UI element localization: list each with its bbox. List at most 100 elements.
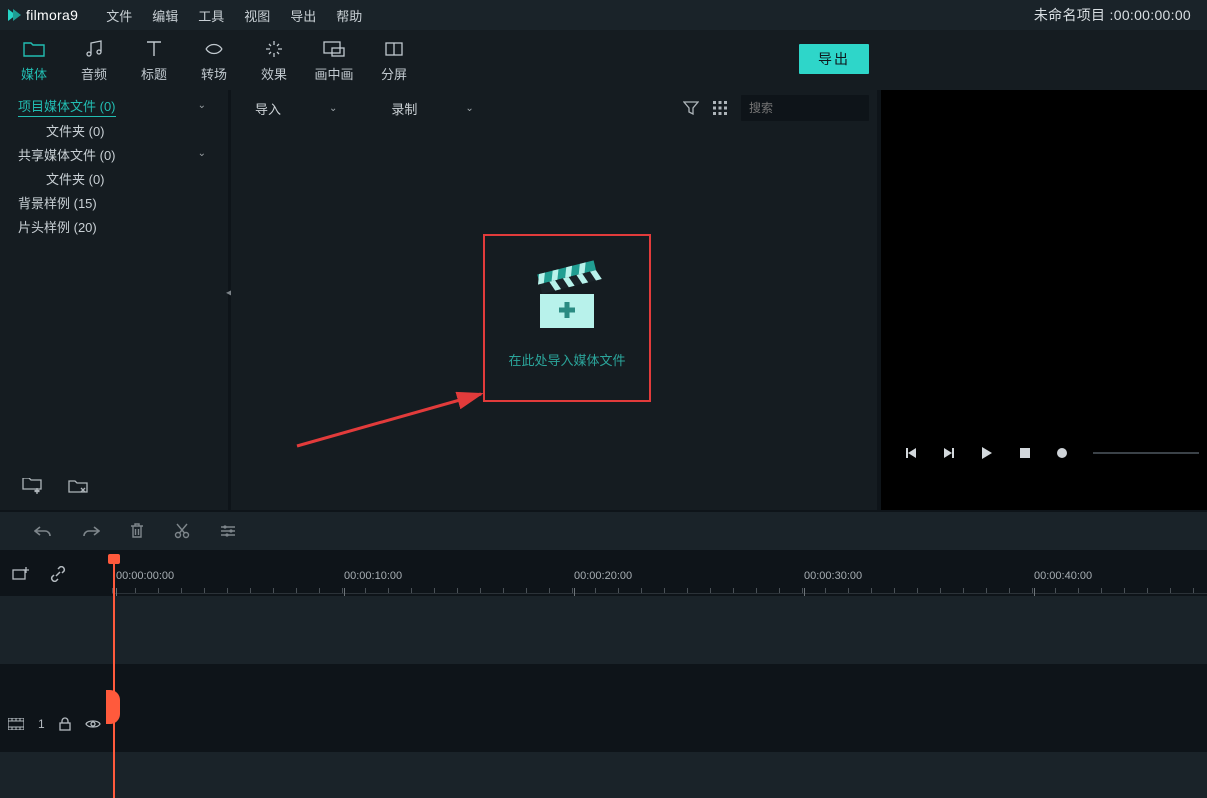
sidebar-item-folder-1[interactable]: 文件夹 (0): [0, 118, 228, 142]
sidebar-item-label: 片头样例 (20): [18, 217, 97, 236]
ruler-mark: 00:00:10:00: [344, 570, 402, 582]
adjust-button[interactable]: [220, 524, 236, 538]
filter-icon[interactable]: [683, 101, 699, 115]
tab-audio[interactable]: 音频: [64, 38, 124, 83]
edit-toolbar: [0, 512, 1207, 550]
sidebar-bottom: [0, 462, 228, 510]
tab-title[interactable]: 标题: [124, 38, 184, 83]
next-frame-button[interactable]: [943, 447, 955, 459]
sidebar-list: 项目媒体文件 (0) ⌄ 文件夹 (0) 共享媒体文件 (0) ⌄ 文件夹 (0…: [0, 90, 228, 462]
remove-folder-icon[interactable]: [68, 478, 88, 494]
chevron-down-icon: ⌄: [329, 103, 337, 114]
logo-icon: [6, 7, 22, 23]
ruler-ticks: [112, 583, 1207, 593]
music-icon: [85, 38, 103, 60]
text-icon: [146, 38, 162, 60]
search-input-wrap: [741, 95, 869, 121]
ruler-mark: 00:00:40:00: [1034, 570, 1092, 582]
export-button[interactable]: 导出: [799, 44, 869, 74]
tab-media[interactable]: 媒体: [4, 38, 64, 83]
sidebar-item-label: 文件夹 (0): [46, 121, 105, 140]
clapper-import-icon: [528, 258, 606, 336]
preview-panel: [881, 90, 1207, 510]
tab-pip[interactable]: 画中画: [304, 38, 364, 83]
menu-help[interactable]: 帮助: [326, 0, 372, 30]
tab-label: 效果: [261, 64, 287, 83]
tab-label: 媒体: [21, 64, 47, 83]
sidebar-item-background-samples[interactable]: 背景样例 (15): [0, 190, 228, 214]
prev-frame-button[interactable]: [905, 447, 917, 459]
redo-button[interactable]: [82, 524, 100, 538]
play-button[interactable]: [981, 446, 993, 460]
chevron-down-icon[interactable]: ⌄: [198, 148, 206, 159]
import-dropdown[interactable]: 导入 ⌄: [255, 99, 337, 118]
zoom-slider-handle[interactable]: [1057, 448, 1067, 458]
tab-label: 转场: [201, 64, 227, 83]
import-text: 在此处导入媒体文件: [508, 350, 625, 369]
transition-icon: [204, 38, 224, 60]
timeline-track-zone[interactable]: [0, 664, 1207, 752]
tab-label: 分屏: [381, 64, 407, 83]
dropdown-label: 导入: [255, 99, 281, 118]
media-panel: 导入 ⌄ 录制 ⌄: [231, 90, 877, 510]
link-button[interactable]: [50, 566, 66, 582]
tab-split[interactable]: 分屏: [364, 38, 424, 83]
timeline-footer: [0, 752, 1207, 798]
menu-bar: filmora9 文件 编辑 工具 视图 导出 帮助 未命名项目 :00:00:…: [0, 0, 1207, 30]
dropdown-label: 录制: [391, 99, 417, 118]
menu-export[interactable]: 导出: [280, 0, 326, 30]
folder-icon: [23, 38, 45, 60]
lock-icon[interactable]: [59, 717, 71, 731]
middle-row: 项目媒体文件 (0) ⌄ 文件夹 (0) 共享媒体文件 (0) ⌄ 文件夹 (0…: [0, 90, 1207, 510]
menu-view[interactable]: 视图: [234, 0, 280, 30]
stop-button[interactable]: [1019, 447, 1031, 459]
timeline-empty-zone[interactable]: [0, 596, 1207, 664]
delete-button[interactable]: [130, 523, 144, 539]
visibility-icon[interactable]: [85, 718, 101, 730]
record-dropdown[interactable]: 录制 ⌄: [391, 99, 473, 118]
chevron-down-icon: ⌄: [465, 103, 473, 114]
logo-text: filmora9: [26, 7, 78, 23]
sidebar-item-intro-samples[interactable]: 片头样例 (20): [0, 214, 228, 238]
add-folder-icon[interactable]: [22, 478, 42, 494]
track-header: 1: [8, 712, 101, 736]
preview-controls: [881, 436, 1207, 470]
ruler-mark: 00:00:30:00: [804, 570, 862, 582]
sidebar-item-shared-media[interactable]: 共享媒体文件 (0) ⌄: [0, 142, 228, 166]
add-track-button[interactable]: [12, 567, 30, 581]
project-title: 未命名项目 :00:00:00:00: [1034, 0, 1191, 30]
ruler-mark: 00:00:00:00: [116, 570, 174, 582]
tab-label: 音频: [81, 64, 107, 83]
media-toolbar: 导入 ⌄ 录制 ⌄: [231, 90, 877, 126]
chevron-down-icon[interactable]: ⌄: [198, 100, 206, 111]
sidebar-item-label: 项目媒体文件 (0): [18, 96, 116, 117]
filmstrip-icon: [8, 718, 24, 730]
top-toolbar: 媒体 音频 标题 转场 效果 画中画 分屏 导出: [0, 30, 1207, 90]
sidebar-item-label: 背景样例 (15): [18, 193, 97, 212]
tab-label: 标题: [141, 64, 167, 83]
sidebar-item-label: 文件夹 (0): [46, 169, 105, 188]
sidebar-item-project-media[interactable]: 项目媒体文件 (0) ⌄: [0, 94, 228, 118]
tab-transition[interactable]: 转场: [184, 38, 244, 83]
split-icon: [385, 38, 403, 60]
menu-tools[interactable]: 工具: [188, 0, 234, 30]
track-number: 1: [38, 717, 45, 731]
zoom-slider-track[interactable]: [1093, 452, 1199, 454]
sidebar-item-label: 共享媒体文件 (0): [18, 145, 116, 164]
import-media-dropzone[interactable]: 在此处导入媒体文件: [483, 234, 651, 402]
cut-button[interactable]: [174, 523, 190, 539]
menu-file[interactable]: 文件: [96, 0, 142, 30]
tab-effect[interactable]: 效果: [244, 38, 304, 83]
ruler-mark: 00:00:20:00: [574, 570, 632, 582]
annotation-arrow: [295, 390, 495, 450]
media-sidebar: 项目媒体文件 (0) ⌄ 文件夹 (0) 共享媒体文件 (0) ⌄ 文件夹 (0…: [0, 90, 228, 510]
app-logo: filmora9: [6, 7, 78, 23]
undo-button[interactable]: [34, 524, 52, 538]
pip-icon: [323, 38, 345, 60]
menu-edit[interactable]: 编辑: [142, 0, 188, 30]
sidebar-item-folder-2[interactable]: 文件夹 (0): [0, 166, 228, 190]
grid-view-icon[interactable]: [713, 101, 727, 115]
sparkle-icon: [265, 38, 283, 60]
timeline-ruler[interactable]: 00:00:00:00 00:00:10:00 00:00:20:00 00:0…: [112, 560, 1207, 594]
playhead[interactable]: [113, 560, 115, 798]
